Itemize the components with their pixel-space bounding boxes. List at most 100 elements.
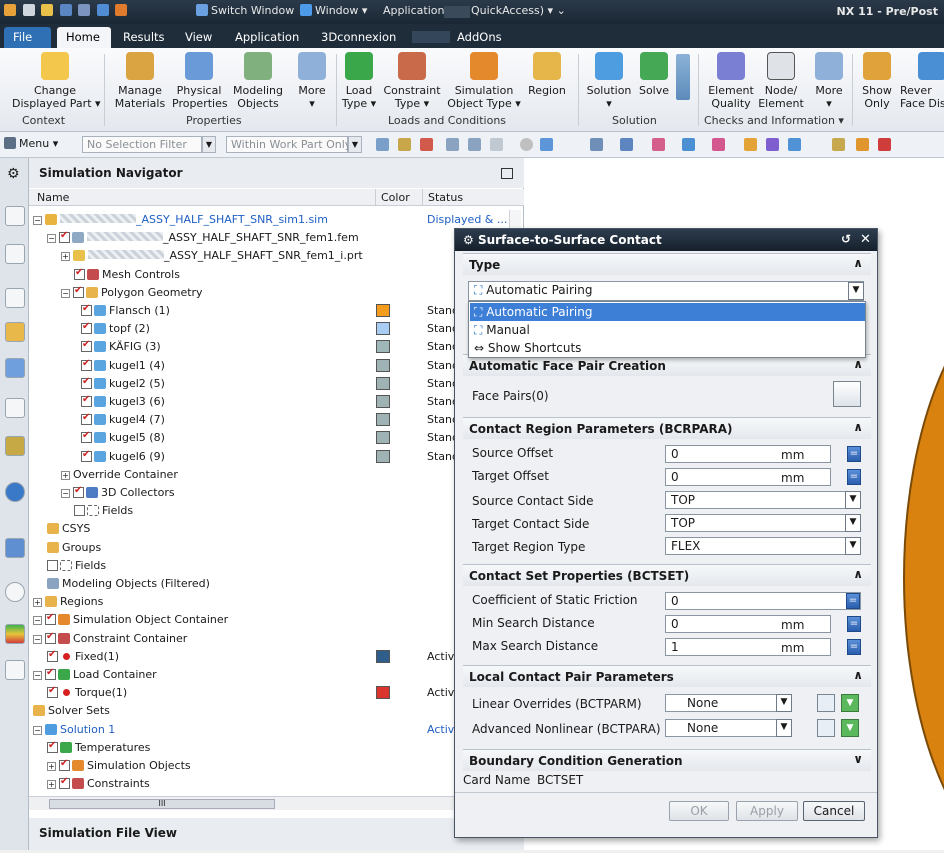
collapse-icon[interactable]: ∧ — [853, 256, 863, 270]
render-icon[interactable] — [652, 138, 665, 151]
region-button[interactable]: Region — [526, 52, 568, 97]
visibility-checkbox[interactable] — [81, 394, 92, 407]
open-folder-icon[interactable] — [41, 4, 53, 16]
assembly-navigator-tab-icon[interactable] — [5, 288, 25, 308]
tree-node[interactable]: − Simulation Object Container — [33, 612, 228, 626]
visibility-checkbox[interactable] — [59, 776, 70, 790]
chevron-down-icon[interactable]: ▼ — [348, 136, 362, 153]
constraints-row[interactable]: + Constraints — [29, 774, 519, 792]
target-offset-unit[interactable]: mm — [781, 471, 804, 485]
collapse-toggle-icon[interactable]: − — [47, 234, 56, 244]
history-tab-icon[interactable] — [5, 482, 25, 502]
body-row[interactable]: kugel5 (8)Stand — [29, 428, 519, 446]
box-select-icon[interactable] — [490, 138, 503, 151]
color-swatch[interactable] — [376, 395, 390, 408]
tab-addons[interactable]: AddOns — [448, 27, 511, 48]
undo-icon[interactable] — [96, 4, 109, 16]
chevron-down-icon[interactable]: ▼ — [845, 537, 861, 555]
collapse-toggle-icon[interactable]: − — [33, 634, 42, 644]
body-row[interactable]: kugel6 (9)Stand — [29, 447, 519, 465]
linear-overrides-select[interactable]: None — [665, 694, 791, 712]
body-row[interactable]: Flansch (1)Stand — [29, 301, 519, 319]
target-offset-field[interactable]: 0 — [665, 468, 831, 486]
ok-button[interactable]: OK — [669, 801, 729, 821]
cancel-button[interactable]: Cancel — [803, 801, 865, 821]
modeling-objects-button[interactable]: Modeling Objects — [230, 52, 286, 110]
quick-access-icons[interactable] — [4, 4, 130, 17]
tab-file[interactable]: File — [4, 27, 51, 48]
view-icon[interactable] — [620, 138, 633, 151]
snap-icon[interactable] — [468, 138, 481, 151]
fields-row[interactable]: Fields — [29, 501, 519, 519]
tree-node[interactable]: Fixed(1) — [47, 649, 119, 663]
local-contact-pair-section-header[interactable]: Local Contact Pair Parameters ∧ — [463, 665, 871, 687]
roles-tab-icon[interactable] — [5, 660, 25, 680]
tree-node[interactable]: CSYS — [47, 522, 90, 535]
more-checks-button[interactable]: More ▾ — [810, 52, 848, 110]
edit-modeling-object-icon[interactable] — [817, 694, 835, 712]
save-all-icon[interactable] — [78, 4, 90, 16]
tree-node[interactable]: + Simulation Objects — [47, 758, 191, 772]
visibility-checkbox[interactable] — [74, 505, 85, 517]
tree-node[interactable]: kugel3 (6) — [81, 394, 165, 408]
tree-node[interactable]: − Load Container — [33, 667, 157, 681]
visibility-checkbox[interactable] — [73, 285, 84, 298]
snap-icon[interactable] — [788, 138, 801, 151]
tree-node[interactable]: kugel5 (8) — [81, 430, 165, 444]
body-row[interactable]: kugel3 (6)Stand — [29, 392, 519, 410]
solve-button[interactable]: Solve — [636, 52, 672, 97]
chevron-down-icon[interactable]: ▼ — [845, 514, 861, 532]
save-icon[interactable] — [59, 4, 72, 16]
simulation-navigator-tab-icon[interactable] — [5, 206, 25, 226]
collapse-icon[interactable]: ∧ — [853, 668, 863, 682]
collapse-icon[interactable]: ∧ — [853, 567, 863, 581]
expand-toggle-icon[interactable]: + — [61, 252, 70, 262]
source-contact-side-select[interactable]: TOP — [665, 491, 861, 509]
show-only-button[interactable]: Show Only — [858, 52, 896, 110]
quick-access-menu[interactable]: QuickAccess) ▾ ⌄ — [471, 4, 566, 17]
sphere-icon[interactable] — [520, 138, 533, 151]
tree-node[interactable]: Modeling Objects (Filtered) — [47, 577, 210, 590]
change-displayed-part-button[interactable]: Change Displayed Part ▾ — [12, 52, 101, 110]
tab-results[interactable]: Results — [114, 27, 174, 48]
snap-icon[interactable] — [398, 138, 411, 151]
column-name[interactable]: Name — [37, 191, 69, 204]
sim-object-container-row[interactable]: − Simulation Object Container — [29, 610, 519, 628]
visibility-checkbox[interactable] — [81, 321, 92, 335]
snap-icon[interactable] — [832, 138, 845, 151]
cube-icon[interactable] — [540, 138, 553, 151]
visibility-checkbox[interactable] — [81, 358, 92, 371]
chevron-down-icon[interactable]: ▼ — [202, 136, 216, 153]
formula-button[interactable]: = — [847, 616, 861, 632]
tree-node[interactable]: kugel6 (9) — [81, 449, 165, 463]
tab-application[interactable]: Application — [226, 27, 308, 48]
tree-node[interactable]: Fields — [74, 504, 133, 517]
tree-node[interactable]: Temperatures — [47, 740, 150, 754]
visibility-checkbox[interactable] — [47, 685, 58, 699]
visibility-checkbox[interactable] — [45, 612, 56, 626]
max-search-field[interactable]: 1 — [665, 638, 831, 656]
tab-3dconnexion[interactable]: 3Dconnexion — [312, 27, 405, 48]
color-swatch[interactable] — [376, 431, 390, 445]
snap-icon[interactable] — [744, 138, 757, 151]
grid-icon[interactable] — [878, 138, 891, 151]
library-tab-icon[interactable] — [5, 436, 25, 456]
visibility-checkbox[interactable] — [45, 667, 56, 680]
menu-button[interactable]: Menu ▾ — [4, 137, 58, 150]
snap-icon[interactable] — [856, 138, 869, 151]
tree-node[interactable]: − Solution 1 — [33, 723, 115, 736]
type-select[interactable]: ⛶ Automatic Pairing — [468, 281, 864, 301]
apply-button[interactable]: Apply — [736, 801, 798, 821]
color-swatch[interactable] — [376, 322, 390, 336]
tree-node[interactable]: − _ASSY_HALF_SHAFT_SNR_fem1.fem — [47, 230, 359, 244]
visibility-checkbox[interactable] — [81, 303, 92, 316]
solution-small-icons[interactable] — [676, 54, 690, 100]
horizontal-scrollbar[interactable]: III — [29, 796, 519, 810]
modeling-objects-row[interactable]: Modeling Objects (Filtered) — [29, 574, 519, 592]
simulation-objects-row[interactable]: + Simulation Objects — [29, 756, 519, 774]
collapse-toggle-icon[interactable]: − — [33, 616, 42, 626]
bc-generation-section-header[interactable]: Boundary Condition Generation ∨ — [463, 749, 871, 771]
body-row[interactable]: KÄFIG (3)Stand — [29, 337, 519, 355]
snap-icon[interactable] — [766, 138, 779, 151]
max-search-unit[interactable]: mm — [781, 641, 804, 655]
